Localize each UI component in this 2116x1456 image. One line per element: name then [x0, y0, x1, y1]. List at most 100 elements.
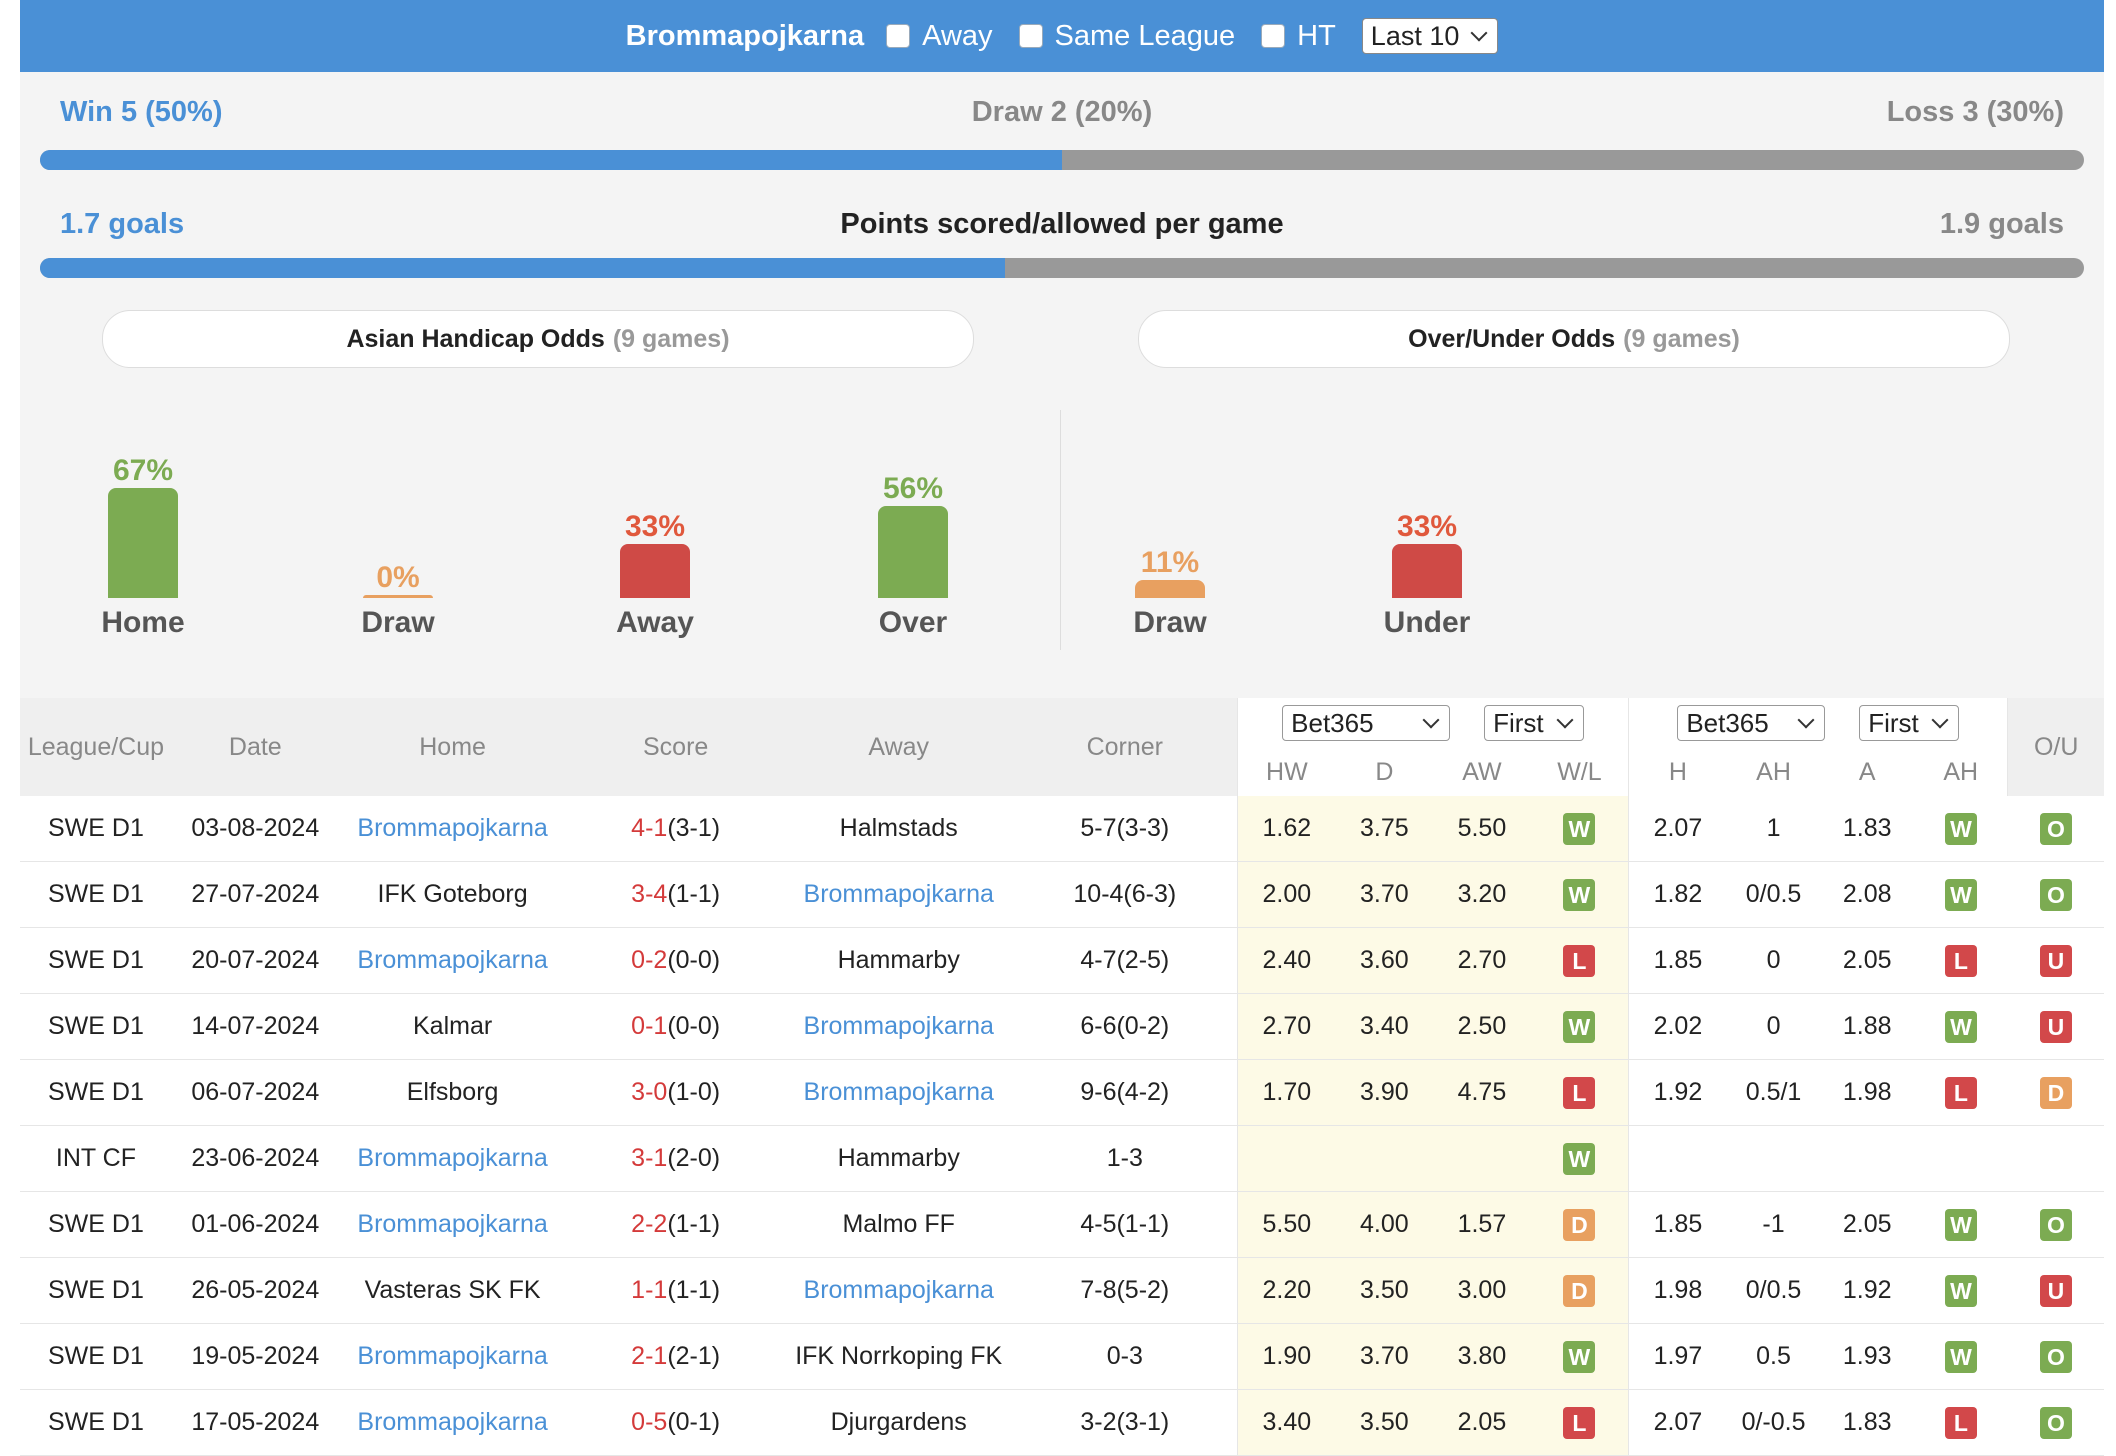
handicap-result-badge: W	[1944, 878, 1977, 911]
table-row[interactable]: SWE D1 19-05-2024 Brommapojkarna 2-1(2-1) IF…	[20, 1323, 2104, 1390]
home-team-cell-text[interactable]: Brommapojkarna	[357, 814, 547, 842]
away-checkbox[interactable]: Away	[886, 20, 993, 53]
away-win-odds: 4.75	[1433, 1059, 1531, 1126]
date-cell-text: 14-07-2024	[191, 1012, 320, 1040]
table-row[interactable]: SWE D1 26-05-2024 Vasteras SK FK 1-1(1-1) Br…	[20, 1257, 2104, 1324]
period-select-1[interactable]: First	[1484, 705, 1585, 741]
fulltime-score: 0-2	[631, 946, 668, 974]
home-win-odds: 2.40	[1237, 927, 1336, 994]
handicap-away-odds-text: 1.92	[1842, 1276, 1892, 1304]
draw-odds: 3.50	[1335, 1389, 1434, 1456]
last-games-select[interactable]: Last 10	[1361, 18, 1499, 54]
home-team-cell-text: Elfsborg	[406, 1078, 499, 1106]
col-league: League/Cup	[20, 698, 172, 796]
away-win-odds-text: 3.80	[1457, 1342, 1507, 1370]
date-cell-text: 01-06-2024	[191, 1210, 320, 1238]
over-under-cell	[2007, 1125, 2104, 1192]
league-cell-text: SWE D1	[48, 946, 144, 974]
away-team-cell-text[interactable]: Brommapojkarna	[804, 1078, 994, 1106]
home-team-cell-text[interactable]: Brommapojkarna	[357, 1144, 547, 1172]
checkbox-box[interactable]	[1261, 24, 1286, 48]
handicap-away-odds-text: 1.93	[1842, 1342, 1892, 1370]
same-league-checkbox[interactable]: Same League	[1018, 20, 1235, 53]
handicap-home-odds-text: 2.07	[1653, 1408, 1703, 1436]
score-cell: 0-2(0-0)	[566, 927, 785, 994]
home-team-cell-text[interactable]: Brommapojkarna	[357, 1408, 547, 1436]
halftime-score: (1-1)	[667, 880, 721, 908]
table-row[interactable]: SWE D1 27-07-2024 IFK Goteborg 3-4(1-1) Brom…	[20, 861, 2104, 928]
percentage-label: 67%	[112, 454, 174, 487]
date-cell-text: 23-06-2024	[191, 1144, 320, 1172]
handicap-result-badge: W	[1944, 812, 1977, 845]
draw-odds: 3.90	[1335, 1059, 1434, 1126]
result-badge: W	[1563, 1142, 1596, 1175]
col-away: Away	[784, 698, 1013, 796]
table-row[interactable]: SWE D1 03-08-2024 Brommapojkarna 4-1(3-1) Ha…	[20, 796, 2104, 862]
chevron-down-icon	[1931, 711, 1949, 729]
table-row[interactable]: INT CF 23-06-2024 Brommapojkarna 3-1(2-0) Ha…	[20, 1125, 2104, 1192]
home-team-cell-text[interactable]: Brommapojkarna	[357, 1342, 547, 1370]
handicap-home-odds-text: 2.07	[1653, 814, 1703, 842]
handicap-home-odds: 1.98	[1628, 1257, 1727, 1324]
checkbox-box[interactable]	[886, 24, 911, 48]
handicap-home-odds: 2.07	[1628, 796, 1727, 862]
result-cell: W	[1530, 1323, 1629, 1390]
table-row[interactable]: SWE D1 14-07-2024 Kalmar 0-1(0-0) Brommapojk…	[20, 993, 2104, 1060]
away-team-cell-text[interactable]: Brommapojkarna	[804, 1276, 994, 1304]
table-row[interactable]: SWE D1 20-07-2024 Brommapojkarna 0-2(0-0) Ha…	[20, 927, 2104, 994]
over-under-label: Over/Under Odds	[1408, 324, 1616, 353]
table-row[interactable]: SWE D1 06-07-2024 Elfsborg 3-0(1-0) Brommapo…	[20, 1059, 2104, 1126]
away-team-cell-text: Hammarby	[837, 946, 960, 974]
subheader-cell: H	[1628, 748, 1727, 796]
handicap-result-badge: W	[1944, 1340, 1977, 1373]
ht-checkbox[interactable]: HT	[1261, 20, 1336, 53]
handicap-line-text: 0/0.5	[1745, 1276, 1802, 1304]
table-row[interactable]: SWE D1 17-05-2024 Brommapojkarna 0-5(0-1) Dj…	[20, 1389, 2104, 1456]
result-cell: W	[1530, 1125, 1629, 1192]
handicap-result-cell: L	[1913, 1059, 2008, 1126]
period-select-2[interactable]: First	[1859, 705, 1960, 741]
filter-header: Brommapojkarna Away Same League HT Last …	[20, 0, 2104, 72]
table-row[interactable]: SWE D1 01-06-2024 Brommapojkarna 2-2(1-1) Ma…	[20, 1191, 2104, 1258]
home-team-cell-text[interactable]: Brommapojkarna	[357, 946, 547, 974]
ou-column-under: 33% Under	[1357, 510, 1497, 640]
away-team-cell-text[interactable]: Brommapojkarna	[804, 880, 994, 908]
result-cell: D	[1530, 1257, 1629, 1324]
date-cell: 19-05-2024	[171, 1323, 339, 1390]
date-cell-text: 03-08-2024	[191, 814, 320, 842]
fulltime-score: 4-1	[631, 814, 668, 842]
away-team-cell: IFK Norrkoping FK	[784, 1323, 1013, 1390]
over-under-cell: U	[2007, 927, 2104, 994]
handicap-result-badge: W	[1944, 1274, 1977, 1307]
date-cell: 27-07-2024	[171, 861, 339, 928]
handicap-line: 0/0.5	[1726, 1257, 1821, 1324]
corner-cell: 7-8(5-2)	[1012, 1257, 1238, 1324]
home-win-odds: 1.90	[1237, 1323, 1336, 1390]
subheader-cell: W/L	[1530, 748, 1629, 796]
league-cell: SWE D1	[20, 1257, 172, 1324]
draw-odds-text: 4.00	[1360, 1210, 1409, 1238]
col-ou: O/U	[2007, 698, 2104, 796]
date-cell: 17-05-2024	[171, 1389, 339, 1456]
bookmaker-select-2[interactable]: Bet365	[1677, 705, 1826, 741]
goals-allowed: 1.9 goals	[1939, 208, 2064, 240]
ou-column-draw: 11% Draw	[1100, 546, 1240, 640]
bookmaker-select-1[interactable]: Bet365	[1282, 705, 1451, 741]
handicap-line-text: 0	[1766, 1012, 1781, 1040]
home-team-cell: Brommapojkarna	[338, 796, 567, 862]
home-win-odds-text: 2.20	[1262, 1276, 1312, 1304]
handicap-line: 0/-0.5	[1726, 1389, 1821, 1456]
home-team-cell: Kalmar	[338, 993, 567, 1060]
checkbox-box[interactable]	[1018, 24, 1043, 48]
away-win-odds: 5.50	[1433, 796, 1531, 862]
away-team-cell: Halmstads	[784, 796, 1013, 862]
score-cell: 4-1(3-1)	[566, 796, 785, 862]
draw-odds: 3.40	[1335, 993, 1434, 1060]
away-team-cell-text[interactable]: Brommapojkarna	[804, 1012, 994, 1040]
away-team-cell-text: Malmo FF	[842, 1210, 955, 1238]
home-team-cell-text[interactable]: Brommapojkarna	[357, 1210, 547, 1238]
halftime-score: (3-1)	[667, 814, 721, 842]
draw-odds-text: 3.70	[1360, 880, 1409, 908]
league-cell: SWE D1	[20, 993, 172, 1060]
halftime-score: (0-0)	[667, 946, 721, 974]
